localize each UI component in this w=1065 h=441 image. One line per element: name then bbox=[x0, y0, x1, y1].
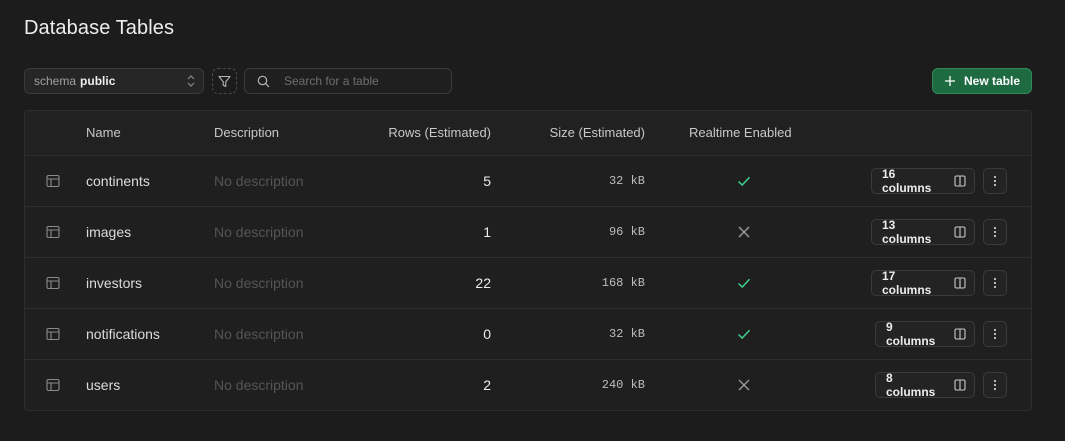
table-row[interactable]: images No description 1 96 kB 13 columns bbox=[25, 207, 1031, 258]
header-size[interactable]: Size (Estimated) bbox=[550, 125, 645, 140]
table-row[interactable]: investors No description 22 168 kB 17 column… bbox=[25, 258, 1031, 309]
table-size: 96 kB bbox=[608, 225, 645, 239]
close-icon bbox=[738, 379, 750, 391]
table-icon bbox=[46, 225, 60, 239]
table-name[interactable]: investors bbox=[86, 275, 142, 291]
check-icon bbox=[737, 176, 751, 187]
columns-button[interactable]: 16 columns bbox=[871, 167, 975, 195]
table-description: No description bbox=[214, 224, 304, 240]
columns-count: 17 columns bbox=[882, 269, 932, 297]
table-description: No description bbox=[214, 326, 304, 342]
chevron-up-down-icon bbox=[187, 75, 195, 87]
page-title: Database Tables bbox=[24, 17, 175, 39]
header-name[interactable]: Name bbox=[86, 125, 121, 140]
table-row-count: 2 bbox=[483, 377, 491, 393]
table-size: 32 kB bbox=[608, 174, 645, 188]
table-description: No description bbox=[214, 173, 304, 189]
header-description[interactable]: Description bbox=[214, 125, 279, 140]
row-actions-button[interactable] bbox=[983, 168, 1007, 194]
columns-icon bbox=[954, 379, 966, 391]
more-vertical-icon bbox=[993, 379, 997, 391]
row-actions-button[interactable] bbox=[983, 219, 1007, 245]
table-row[interactable]: notifications No description 0 32 kB 9 colum… bbox=[25, 309, 1031, 360]
row-actions-button[interactable] bbox=[983, 270, 1007, 296]
table-name[interactable]: continents bbox=[86, 173, 150, 189]
table-row-count: 1 bbox=[483, 224, 491, 240]
columns-icon bbox=[954, 175, 966, 187]
columns-count: 16 columns bbox=[882, 167, 932, 195]
plus-icon bbox=[944, 75, 956, 87]
more-vertical-icon bbox=[993, 328, 997, 340]
table-name[interactable]: users bbox=[86, 377, 120, 393]
table-icon bbox=[46, 174, 60, 188]
row-actions-button[interactable] bbox=[983, 321, 1007, 347]
check-icon bbox=[737, 329, 751, 340]
table-name[interactable]: images bbox=[86, 224, 131, 240]
check-icon bbox=[737, 278, 751, 289]
schema-select[interactable]: schema public bbox=[24, 68, 204, 94]
columns-count: 13 columns bbox=[882, 218, 932, 246]
table-body: continents No description 5 32 kB 16 columns… bbox=[25, 156, 1031, 410]
columns-button[interactable]: 17 columns bbox=[871, 269, 975, 297]
table-header: Name Description Rows (Estimated) Size (… bbox=[25, 111, 1031, 156]
table-description: No description bbox=[214, 275, 304, 291]
table-size: 32 kB bbox=[608, 327, 645, 341]
new-table-label: New table bbox=[963, 74, 1020, 88]
more-vertical-icon bbox=[993, 277, 997, 289]
columns-button[interactable]: 8 columns bbox=[875, 371, 975, 399]
table-size: 240 kB bbox=[601, 378, 645, 392]
table-row-count: 22 bbox=[475, 275, 491, 291]
filter-icon bbox=[218, 75, 231, 87]
table-icon bbox=[46, 276, 60, 290]
columns-button[interactable]: 9 columns bbox=[875, 320, 975, 348]
toolbar: schema public New table bbox=[24, 68, 1032, 94]
columns-icon bbox=[954, 328, 966, 340]
table-name[interactable]: notifications bbox=[86, 326, 160, 342]
table-row[interactable]: users No description 2 240 kB 8 columns bbox=[25, 360, 1031, 410]
header-realtime[interactable]: Realtime Enabled bbox=[689, 125, 792, 140]
table-size: 168 kB bbox=[601, 276, 645, 290]
more-vertical-icon bbox=[993, 226, 997, 238]
columns-count: 8 columns bbox=[886, 371, 936, 399]
table-icon bbox=[46, 378, 60, 392]
schema-label: schema bbox=[34, 74, 77, 88]
table-icon bbox=[46, 327, 60, 341]
table-description: No description bbox=[214, 377, 304, 393]
search-input[interactable] bbox=[284, 74, 444, 88]
row-actions-button[interactable] bbox=[983, 372, 1007, 398]
columns-count: 9 columns bbox=[886, 320, 936, 348]
columns-button[interactable]: 13 columns bbox=[871, 218, 975, 246]
schema-value: public bbox=[80, 74, 116, 88]
tables-list: Name Description Rows (Estimated) Size (… bbox=[24, 110, 1032, 411]
table-row-count: 5 bbox=[483, 173, 491, 189]
more-vertical-icon bbox=[993, 175, 997, 187]
table-row-count: 0 bbox=[483, 326, 491, 342]
close-icon bbox=[738, 226, 750, 238]
search-icon bbox=[257, 75, 270, 87]
filter-button[interactable] bbox=[212, 68, 237, 94]
columns-icon bbox=[954, 226, 966, 238]
columns-icon bbox=[954, 277, 966, 289]
table-row[interactable]: continents No description 5 32 kB 16 columns bbox=[25, 156, 1031, 207]
header-rows[interactable]: Rows (Estimated) bbox=[388, 125, 491, 140]
search-box[interactable] bbox=[244, 68, 452, 94]
new-table-button[interactable]: New table bbox=[932, 68, 1032, 94]
